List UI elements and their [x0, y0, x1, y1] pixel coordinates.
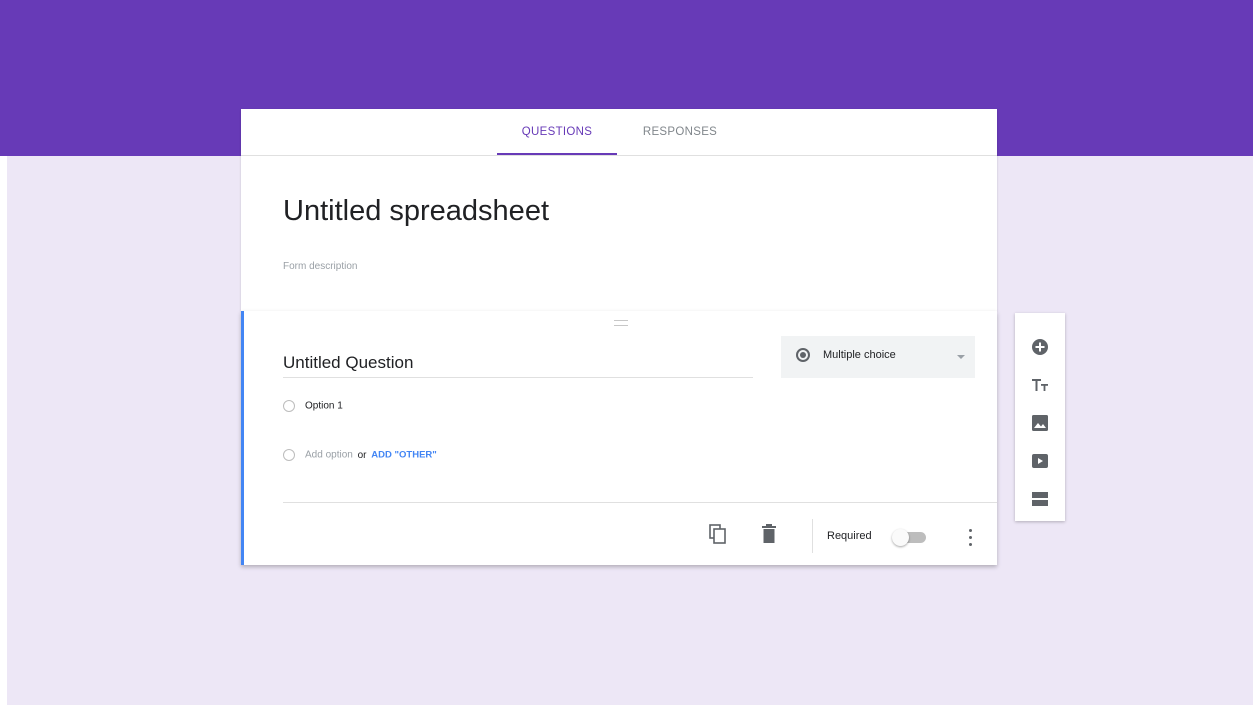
- active-card-accent: [241, 311, 244, 565]
- radio-circle-icon: [283, 400, 295, 412]
- tab-questions[interactable]: QUESTIONS: [497, 109, 617, 155]
- form-description-field[interactable]: Form description: [283, 261, 357, 272]
- required-toggle[interactable]: [892, 529, 926, 546]
- footer-vertical-divider: [812, 519, 813, 553]
- image-icon[interactable]: [1028, 411, 1052, 435]
- side-toolbar: [1015, 313, 1065, 521]
- option-label[interactable]: Option 1: [305, 401, 343, 412]
- active-tab-indicator: [497, 153, 617, 155]
- section-icon[interactable]: [1028, 487, 1052, 511]
- radio-circle-icon: [283, 449, 295, 461]
- question-title-input[interactable]: Untitled Question: [283, 351, 753, 378]
- question-type-label: Multiple choice: [823, 349, 896, 361]
- title-text-icon[interactable]: [1028, 373, 1052, 397]
- card-footer-divider: [283, 502, 997, 503]
- add-other-link[interactable]: ADD "OTHER": [371, 450, 436, 461]
- form-title[interactable]: Untitled spreadsheet: [283, 195, 549, 228]
- delete-icon[interactable]: [761, 524, 777, 544]
- question-type-dropdown[interactable]: Multiple choice: [781, 336, 975, 378]
- duplicate-icon[interactable]: [709, 524, 727, 544]
- add-or-text: or: [357, 449, 367, 461]
- toggle-thumb: [892, 529, 909, 546]
- add-option-row: Add option or ADD "OTHER": [283, 449, 437, 469]
- add-option-input[interactable]: Add option: [305, 450, 353, 461]
- add-circle-icon[interactable]: [1028, 335, 1052, 359]
- chevron-down-icon: [957, 355, 965, 359]
- required-label: Required: [827, 530, 872, 542]
- radio-button-icon: [796, 348, 810, 362]
- video-icon[interactable]: [1028, 449, 1052, 473]
- form-header-card: QUESTIONS RESPONSES Untitled spreadsheet…: [241, 109, 997, 311]
- option-item[interactable]: Option 1: [283, 400, 343, 420]
- more-vert-icon[interactable]: [968, 527, 974, 547]
- drag-handle-icon[interactable]: [614, 320, 628, 326]
- tab-bar: QUESTIONS RESPONSES: [241, 109, 997, 156]
- question-card[interactable]: Untitled Question Multiple choice Option…: [241, 311, 997, 565]
- tab-responses[interactable]: RESPONSES: [635, 109, 725, 155]
